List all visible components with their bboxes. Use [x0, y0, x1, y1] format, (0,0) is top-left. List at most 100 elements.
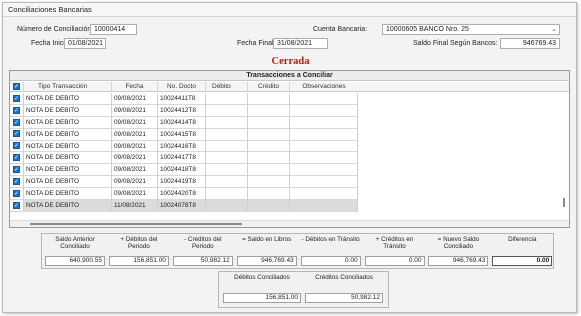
- cell-fecha[interactable]: 09/08/2021: [112, 128, 158, 141]
- summary-value[interactable]: 50,982.12: [172, 256, 233, 266]
- row-checkbox[interactable]: ✓: [13, 166, 20, 174]
- cell-debito[interactable]: [206, 188, 248, 201]
- cell-fecha[interactable]: 09/08/2021: [112, 152, 158, 165]
- cell-obs[interactable]: [290, 104, 358, 117]
- cell-debito[interactable]: [206, 104, 248, 117]
- cell-fecha[interactable]: 11/08/2021: [112, 200, 158, 212]
- row-checkbox[interactable]: ✓: [13, 178, 20, 186]
- cell-tipo[interactable]: NOTA DE DEBITO: [24, 200, 112, 212]
- cell-docto[interactable]: 10024419T8: [158, 176, 206, 189]
- cell-credito[interactable]: [248, 152, 290, 165]
- cell-debito[interactable]: [206, 128, 248, 141]
- cell-credito[interactable]: [248, 164, 290, 177]
- cell-docto[interactable]: 10024412T8: [158, 104, 206, 117]
- vertical-scrollbar[interactable]: [563, 198, 565, 207]
- horizontal-scroll-thumb[interactable]: [30, 223, 242, 225]
- cell-obs[interactable]: [290, 176, 358, 189]
- cell-docto[interactable]: 10024415T8: [158, 128, 206, 141]
- summary-value[interactable]: 0.00: [364, 256, 425, 266]
- cell-debito[interactable]: [206, 116, 248, 129]
- saldo-final-field[interactable]: 946769.43: [500, 38, 560, 49]
- cuenta-bancaria-select[interactable]: 10000605 BANCO Nro. 25 ⌄: [382, 24, 560, 35]
- row-checkbox[interactable]: ✓: [13, 118, 20, 126]
- cell-obs[interactable]: [290, 116, 358, 129]
- col-docto[interactable]: No. Docto: [158, 82, 206, 92]
- summary-value[interactable]: 946,769.43: [428, 256, 489, 266]
- table-row[interactable]: ✓ NOTA DE DEBITO 09/08/2021 10024416T8: [10, 140, 569, 153]
- table-row[interactable]: ✓ NOTA DE DEBITO 09/08/2021 10024420T8: [10, 188, 569, 201]
- cell-obs[interactable]: [290, 93, 358, 105]
- summary-value[interactable]: 946,769.43: [236, 256, 297, 266]
- table-row[interactable]: ✓ NOTA DE DEBITO 09/08/2021 10024415T8: [10, 128, 569, 141]
- cell-debito[interactable]: [206, 93, 248, 105]
- col-observaciones[interactable]: Observaciones: [290, 82, 358, 92]
- cell-debito[interactable]: [206, 164, 248, 177]
- cell-tipo[interactable]: NOTA DE DEBITO: [24, 176, 112, 189]
- cell-obs[interactable]: [290, 140, 358, 153]
- table-row[interactable]: ✓ NOTA DE DEBITO 09/08/2021 10024412T8: [10, 104, 569, 117]
- cell-tipo[interactable]: NOTA DE DEBITO: [24, 116, 112, 129]
- cell-docto[interactable]: 10024420T8: [158, 188, 206, 201]
- table-row[interactable]: ✓ NOTA DE DEBITO 09/08/2021 10024414T8: [10, 116, 569, 129]
- cell-debito[interactable]: [206, 152, 248, 165]
- row-checkbox[interactable]: ✓: [13, 154, 20, 162]
- table-row[interactable]: ✓ NOTA DE DEBITO 09/08/2021 10024418T8: [10, 164, 569, 177]
- cell-obs[interactable]: [290, 200, 358, 212]
- conciliado-value[interactable]: 50,982.12: [305, 293, 383, 303]
- cell-debito[interactable]: [206, 176, 248, 189]
- table-row[interactable]: ✓ NOTA DE DEBITO 09/08/2021 10024419T8: [10, 176, 569, 189]
- col-tipo[interactable]: Tipo Transacción: [24, 82, 112, 92]
- cell-tipo[interactable]: NOTA DE DEBITO: [24, 164, 112, 177]
- cell-tipo[interactable]: NOTA DE DEBITO: [24, 128, 112, 141]
- cell-docto[interactable]: 10024411T8: [158, 93, 206, 105]
- fecha-inicial-field[interactable]: 01/08/2021: [64, 38, 106, 49]
- cell-fecha[interactable]: 09/08/2021: [112, 176, 158, 189]
- summary-value[interactable]: 0.00: [492, 256, 553, 266]
- row-checkbox[interactable]: ✓: [13, 142, 20, 150]
- cell-tipo[interactable]: NOTA DE DEBITO: [24, 93, 112, 105]
- col-credito[interactable]: Crédito: [248, 82, 290, 92]
- col-fecha[interactable]: Fecha: [112, 82, 158, 92]
- cell-credito[interactable]: [248, 176, 290, 189]
- cell-tipo[interactable]: NOTA DE DEBITO: [24, 140, 112, 153]
- cell-debito[interactable]: [206, 200, 248, 212]
- row-checkbox[interactable]: ✓: [13, 201, 20, 209]
- cell-docto[interactable]: 10024417T8: [158, 152, 206, 165]
- cell-fecha[interactable]: 09/08/2021: [112, 116, 158, 129]
- cell-obs[interactable]: [290, 164, 358, 177]
- cell-fecha[interactable]: 09/08/2021: [112, 164, 158, 177]
- cell-obs[interactable]: [290, 188, 358, 201]
- conciliacion-number-field[interactable]: 10000414: [90, 24, 137, 35]
- summary-value[interactable]: 0.00: [300, 256, 361, 266]
- cell-docto[interactable]: 10024414T8: [158, 116, 206, 129]
- cell-debito[interactable]: [206, 140, 248, 153]
- chevron-down-icon[interactable]: ⌄: [551, 25, 557, 34]
- row-checkbox[interactable]: ✓: [13, 130, 20, 138]
- col-debito[interactable]: Débito: [206, 82, 248, 92]
- cell-fecha[interactable]: 09/08/2021: [112, 188, 158, 201]
- select-all-checkbox[interactable]: ✓: [13, 83, 20, 91]
- fecha-final-field[interactable]: 31/08/2021: [273, 38, 328, 49]
- cell-credito[interactable]: [248, 140, 290, 153]
- cell-credito[interactable]: [248, 116, 290, 129]
- cell-credito[interactable]: [248, 188, 290, 201]
- cell-credito[interactable]: [248, 200, 290, 212]
- cell-obs[interactable]: [290, 128, 358, 141]
- cell-tipo[interactable]: NOTA DE DEBITO: [24, 188, 112, 201]
- horizontal-scrollbar[interactable]: [10, 220, 569, 227]
- cell-fecha[interactable]: 09/08/2021: [112, 93, 158, 105]
- table-row[interactable]: ✓ NOTA DE DEBITO 09/08/2021 10024411T8: [10, 93, 569, 105]
- summary-value[interactable]: 640,900.55: [45, 256, 105, 266]
- row-checkbox[interactable]: ✓: [13, 94, 20, 102]
- cell-fecha[interactable]: 09/08/2021: [112, 140, 158, 153]
- row-checkbox[interactable]: ✓: [13, 189, 20, 197]
- cell-obs[interactable]: [290, 152, 358, 165]
- cell-docto[interactable]: 10024416T8: [158, 140, 206, 153]
- cell-docto[interactable]: 10024418T8: [158, 164, 206, 177]
- cell-credito[interactable]: [248, 128, 290, 141]
- cell-fecha[interactable]: 09/08/2021: [112, 104, 158, 117]
- table-row[interactable]: ✓ NOTA DE DEBITO 09/08/2021 10024417T8: [10, 152, 569, 165]
- cell-credito[interactable]: [248, 93, 290, 105]
- summary-value[interactable]: 156,851.00: [108, 256, 169, 266]
- table-row[interactable]: ✓ NOTA DE DEBITO 11/08/2021 10024078T8: [10, 200, 569, 212]
